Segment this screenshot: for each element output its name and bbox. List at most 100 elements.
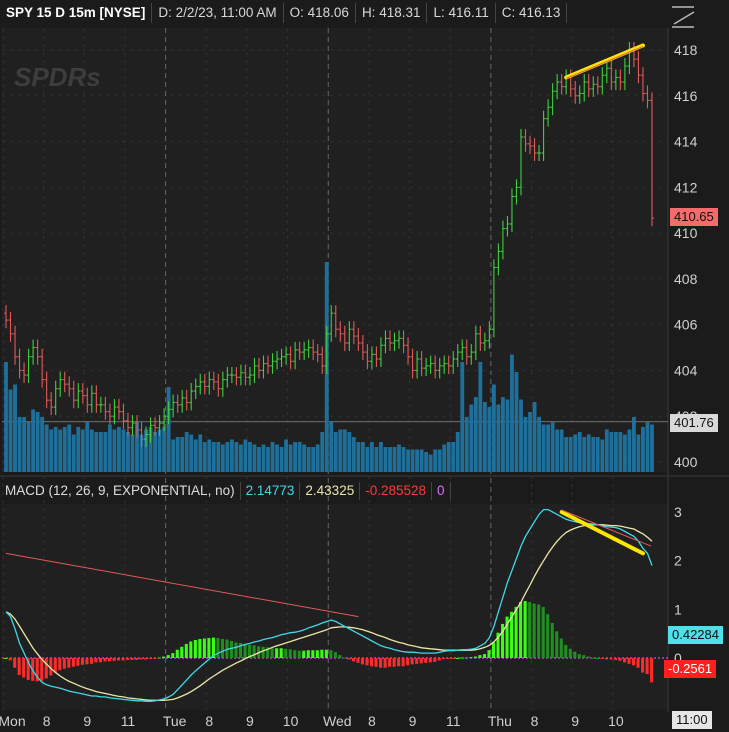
macd-diff-bar bbox=[514, 606, 518, 658]
volume-bar bbox=[40, 417, 45, 472]
volume-bar bbox=[279, 447, 284, 472]
volume-bar bbox=[546, 424, 551, 472]
macd-diff-bar bbox=[406, 658, 410, 666]
volume-bar bbox=[53, 427, 58, 472]
macd-diff-bar bbox=[487, 650, 491, 658]
macd-label[interactable]: MACD (12, 26, 9, EXPONENTIAL, no) bbox=[0, 482, 241, 500]
volume-bar bbox=[469, 404, 474, 472]
macd-diff-bar bbox=[374, 658, 378, 667]
time-tick-label: Mon bbox=[0, 713, 26, 729]
time-tick-label: 10 bbox=[283, 713, 299, 729]
macd-diff-bar bbox=[207, 638, 211, 658]
macd-diff-bar bbox=[442, 658, 446, 659]
macd-diff-bar bbox=[379, 658, 383, 668]
volume-bar bbox=[460, 362, 465, 472]
macd-diff-bar bbox=[166, 655, 170, 658]
price-tick-label: 414 bbox=[674, 134, 698, 150]
macd-diff-bar bbox=[157, 657, 161, 659]
volume-bar bbox=[369, 442, 374, 472]
volume-bar bbox=[62, 427, 67, 472]
volume-bar bbox=[225, 442, 230, 472]
volume-bar bbox=[31, 409, 36, 472]
macd-diff-bar bbox=[40, 658, 44, 681]
macd-diff-bar bbox=[541, 606, 545, 658]
drawing-tool-icon[interactable] bbox=[668, 4, 700, 30]
volume-bar bbox=[162, 427, 167, 472]
volume-bar bbox=[89, 429, 94, 472]
volume-bar bbox=[171, 439, 176, 472]
volume-bar bbox=[383, 447, 388, 472]
macd-diff-bar bbox=[577, 654, 581, 658]
price-tick-label: 412 bbox=[674, 179, 698, 195]
chart-header: SPY 15 D 15m [NYSE] D: 2/2/23, 11:00 AM … bbox=[0, 2, 568, 24]
macd-diff-bar bbox=[252, 645, 256, 658]
macd-diff-bar bbox=[351, 658, 355, 662]
macd-tick-label: 3 bbox=[674, 504, 682, 520]
volume-bar bbox=[67, 424, 72, 472]
volume-bar bbox=[573, 434, 578, 472]
macd-diff-bar bbox=[455, 658, 459, 659]
volume-bar bbox=[464, 417, 469, 472]
volume-bar bbox=[424, 452, 429, 472]
macd-diff-bar bbox=[220, 639, 224, 658]
volume-bar bbox=[184, 432, 189, 472]
volume-bar bbox=[374, 447, 379, 472]
volume-bar bbox=[487, 407, 492, 472]
macd-diff-bar bbox=[618, 658, 622, 661]
volume-bar bbox=[234, 442, 239, 472]
volume-bar bbox=[406, 449, 410, 472]
time-tick-label: 8 bbox=[531, 713, 539, 729]
volume-bar bbox=[591, 437, 596, 472]
volume-bar bbox=[564, 437, 569, 472]
volume-bar bbox=[306, 447, 311, 472]
macd-diff-bar bbox=[491, 642, 496, 658]
volume-bar bbox=[13, 384, 17, 472]
volume-bar bbox=[636, 434, 641, 472]
volume-bar bbox=[365, 447, 370, 472]
macd-diff: -0.285528 bbox=[360, 482, 433, 500]
volume-bar bbox=[613, 432, 618, 472]
volume-bar bbox=[622, 434, 627, 472]
macd-diff-bar bbox=[604, 658, 608, 660]
macd-diff-bar bbox=[62, 658, 66, 669]
macd-diff-bar bbox=[383, 658, 387, 668]
volume-bar bbox=[627, 429, 632, 472]
volume-bar bbox=[266, 447, 270, 472]
volume-bar bbox=[496, 404, 501, 472]
macd-diff-bar bbox=[555, 631, 559, 658]
macd-value-badge: 0.42284 bbox=[668, 626, 723, 644]
price-tick-label: 404 bbox=[674, 362, 698, 378]
volume-bar bbox=[537, 417, 541, 472]
macd-diff-bar bbox=[216, 638, 220, 658]
macd-diff-bar bbox=[94, 658, 98, 663]
macd-diff-bar bbox=[564, 644, 568, 658]
macd-diff-bar bbox=[229, 640, 234, 658]
macd-diff-bar bbox=[324, 649, 328, 658]
macd-diff-bar bbox=[546, 614, 550, 658]
time-tick-label: Wed bbox=[323, 713, 352, 729]
macd-tick-label: 2 bbox=[674, 553, 682, 569]
volume-bar bbox=[541, 424, 546, 472]
volume-bar bbox=[501, 397, 505, 472]
volume-bar bbox=[582, 437, 587, 472]
macd-diff-bar bbox=[586, 656, 590, 658]
bar-high: H: 418.31 bbox=[356, 3, 428, 23]
macd-diff-bar bbox=[460, 657, 464, 659]
volume-bar bbox=[428, 454, 433, 472]
macd-diff-bar bbox=[446, 658, 450, 659]
macd-diff-bar bbox=[189, 641, 193, 658]
symbol-title[interactable]: SPY 15 D 15m [NYSE] bbox=[0, 3, 153, 23]
volume-bar bbox=[320, 432, 325, 472]
time-tick-label: Tue bbox=[163, 713, 187, 729]
volume-bar bbox=[17, 417, 22, 472]
macd-diff-bar bbox=[320, 649, 324, 658]
macd-diff-bar bbox=[591, 657, 595, 659]
volume-bar bbox=[243, 439, 248, 472]
macd-diff-bar bbox=[202, 638, 206, 658]
macd-diff-bar bbox=[568, 648, 572, 658]
volume-bar bbox=[198, 434, 203, 472]
volume-bar bbox=[618, 432, 623, 472]
volume-bar bbox=[410, 449, 415, 472]
macd-diff-bar bbox=[437, 658, 441, 661]
volume-bar bbox=[58, 429, 63, 472]
